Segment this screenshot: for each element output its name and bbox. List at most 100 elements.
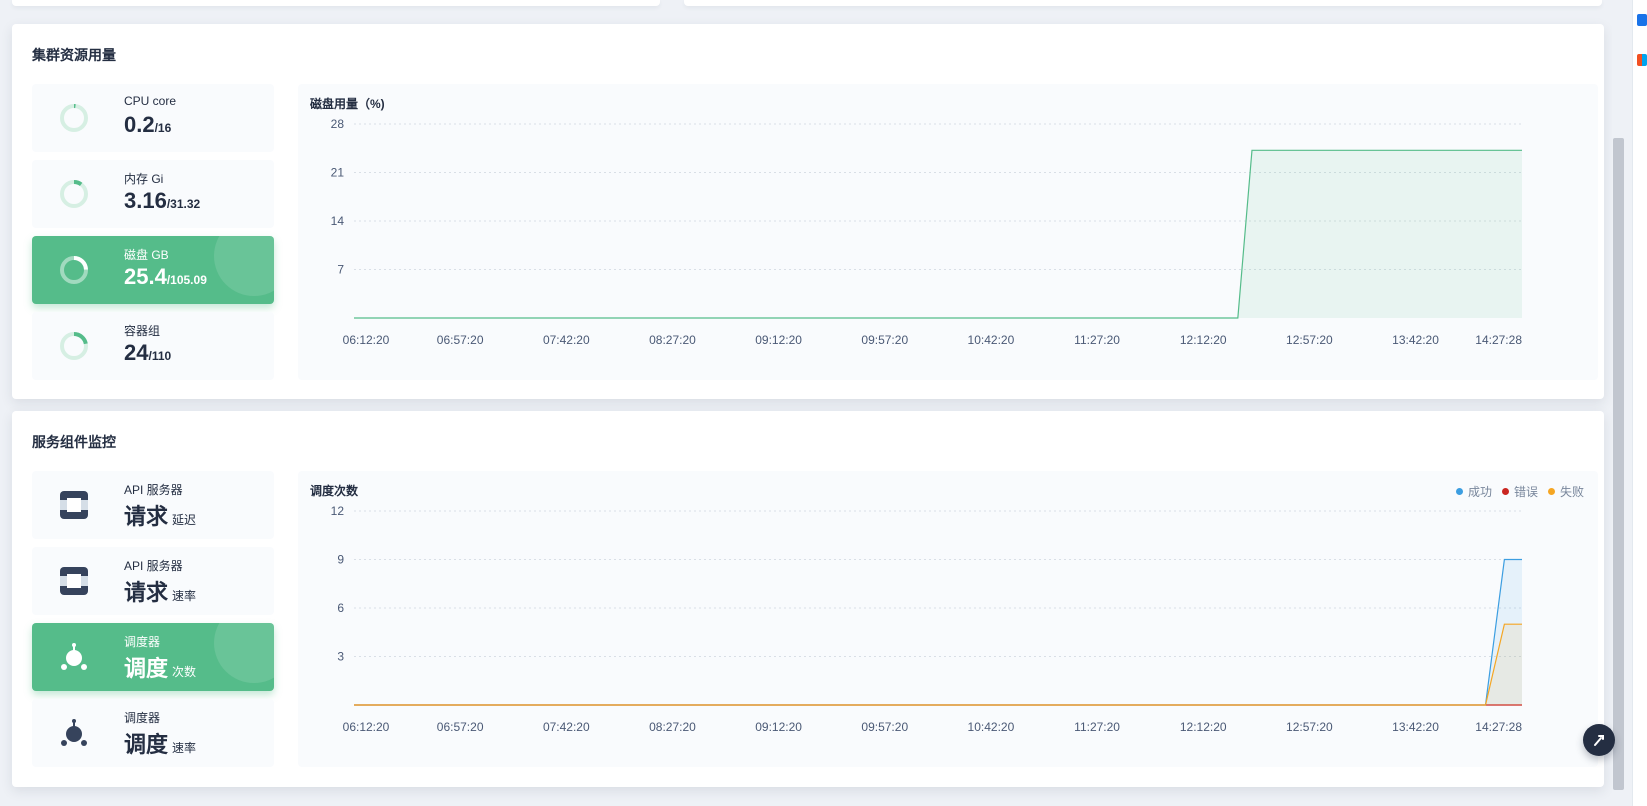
y-tick-label: 28	[331, 117, 345, 131]
cluster-resource-card: 集群资源用量 CPU core 0.2/16 内存 Gi 3.16/31.32 磁盘 G…	[12, 24, 1604, 399]
resource-label: 内存 Gi	[124, 172, 164, 186]
service-metric-type: 调度	[124, 656, 169, 681]
service-tile[interactable]: 调度器调度 速率	[32, 699, 274, 767]
x-tick-label: 14:27:28	[1475, 720, 1522, 734]
x-tick-label: 09:57:20	[861, 333, 908, 347]
y-tick-label: 7	[337, 263, 344, 277]
resource-tile[interactable]: 磁盘 GB 25.4/105.09	[32, 236, 274, 304]
resource-value: 24/110	[124, 340, 171, 366]
x-tick-label: 13:42:20	[1392, 720, 1439, 734]
x-tick-label: 09:12:20	[755, 720, 802, 734]
series-area	[354, 559, 1522, 705]
service-label: API 服务器	[124, 483, 183, 497]
x-tick-label: 10:42:20	[968, 333, 1015, 347]
service-label: API 服务器	[124, 559, 183, 573]
x-tick-label: 06:12:20	[343, 720, 390, 734]
api-server-icon-wrap	[54, 561, 94, 601]
x-tick-label: 10:42:20	[968, 720, 1015, 734]
toolbox-button[interactable]	[1583, 724, 1615, 756]
resource-tile[interactable]: CPU core 0.2/16	[32, 84, 274, 152]
scheduler-icon-wrap	[54, 637, 94, 677]
service-monitor-tiles: API 服务器 请求 延迟 API 服务器 请求 速率 调度器 调度 次数 调度器 调度 速率	[32, 471, 274, 775]
usage-ring	[54, 98, 94, 138]
resource-value: 3.16/31.32	[124, 188, 200, 214]
usage-ring-icon	[60, 180, 88, 208]
scheduler-icon	[61, 719, 87, 746]
series-area	[354, 624, 1522, 705]
hammer-icon	[1594, 735, 1604, 746]
usage-ring-icon	[60, 332, 88, 360]
resource-used: 0.2	[124, 112, 155, 137]
series-line[interactable]	[354, 558, 1522, 706]
cluster-resource-title: 集群资源用量	[32, 47, 116, 63]
schedule-count-chart: 调度次数 成功 错误 失败 3 6 9 12 06:12:20 06:57:20 07:42…	[298, 471, 1598, 767]
resource-used: 25.4	[124, 264, 167, 289]
x-tick-label: 12:57:20	[1286, 333, 1333, 347]
side-panel-office-icon[interactable]	[1637, 54, 1647, 66]
cluster-resource-tiles: CPU core 0.2/16 内存 Gi 3.16/31.32 磁盘 GB 25.4/1…	[32, 84, 274, 388]
x-tick-label: 06:57:20	[437, 333, 484, 347]
x-tick-label: 14:27:28	[1475, 333, 1522, 347]
series-area	[354, 150, 1522, 318]
usage-ring-icon	[60, 256, 88, 284]
service-value: 调度 次数	[124, 651, 196, 683]
resource-value: 0.2/16	[124, 112, 171, 138]
resource-total: /105.09	[166, 273, 207, 287]
resource-total: /31.32	[166, 197, 201, 211]
resource-used: 24	[124, 340, 149, 365]
y-tick-label: 21	[331, 166, 345, 180]
usage-ring	[54, 174, 94, 214]
service-value: 请求 延迟	[124, 499, 196, 531]
api-server-icon-wrap	[54, 485, 94, 525]
service-metric-name: 速率	[172, 741, 197, 755]
resource-value: 25.4/105.09	[124, 264, 207, 290]
service-label: 调度器	[124, 635, 161, 649]
x-tick-label: 06:57:20	[437, 720, 484, 734]
y-tick-label: 14	[331, 214, 345, 228]
usage-ring-icon	[60, 104, 88, 132]
x-tick-label: 12:12:20	[1180, 333, 1227, 347]
service-value: 请求 速率	[124, 575, 196, 607]
service-monitor-card: 服务组件监控 API 服务器 请求 延迟 API 服务器 请求 速率 调度器 调度 次数 调度器调…	[12, 411, 1604, 787]
resource-label: 磁盘 GB	[124, 248, 169, 262]
resource-total: /110	[148, 349, 172, 363]
x-tick-label: 11:27:20	[1074, 333, 1120, 347]
usage-ring	[54, 326, 94, 366]
x-tick-label: 09:12:20	[755, 333, 802, 347]
service-tile[interactable]: API 服务器请求 速率	[32, 547, 274, 615]
service-monitor-title: 服务组件监控	[32, 434, 116, 450]
scrollbar-thumb[interactable]	[1613, 138, 1624, 790]
resource-total: /16	[154, 121, 172, 135]
service-metric-type: 调度	[124, 732, 169, 757]
x-tick-label: 13:42:20	[1392, 333, 1439, 347]
scheduler-icon-wrap	[54, 713, 94, 753]
y-tick-label: 12	[331, 504, 345, 518]
x-tick-label: 12:12:20	[1180, 720, 1227, 734]
x-tick-label: 09:57:20	[861, 720, 908, 734]
top-card-edge-left	[12, 0, 660, 6]
x-tick-label: 08:27:20	[649, 720, 696, 734]
resource-tile[interactable]: 容器组 24/110	[32, 312, 274, 380]
service-metric-name: 次数	[172, 665, 197, 679]
y-tick-label: 3	[337, 650, 344, 664]
scheduler-icon	[61, 643, 87, 670]
resource-used: 3.16	[124, 188, 167, 213]
series-line[interactable]	[354, 623, 1522, 706]
api-server-icon	[60, 567, 88, 595]
service-metric-type: 请求	[124, 504, 169, 529]
service-tile[interactable]: API 服务器请求 延迟	[32, 471, 274, 539]
side-panel-app-icon[interactable]	[1637, 14, 1647, 26]
disk-usage-plot: 7 14 21 28 06:12:20 06:57:20 07:42:20 08:27:20 0…	[331, 117, 1523, 347]
usage-ring	[54, 250, 94, 290]
service-value: 调度 速率	[124, 727, 196, 759]
resource-tile[interactable]: 内存 Gi 3.16/31.32	[32, 160, 274, 228]
schedule-count-plot: 3 6 9 12 06:12:20 06:57:20 07:42:20 08:27:20 09:…	[331, 504, 1523, 734]
service-metric-type: 请求	[124, 580, 169, 605]
y-tick-label: 9	[337, 553, 344, 567]
disk-usage-chart: 磁盘用量（%) 7 14 21 28 06:12:20 06:57:20 07:42:20 0…	[298, 84, 1598, 380]
service-tile[interactable]: 调度器调度 次数	[32, 623, 274, 691]
x-tick-label: 06:12:20	[343, 333, 390, 347]
browser-side-panel	[1632, 0, 1647, 806]
service-label: 调度器	[124, 711, 161, 725]
top-card-edge-right	[684, 0, 1602, 6]
